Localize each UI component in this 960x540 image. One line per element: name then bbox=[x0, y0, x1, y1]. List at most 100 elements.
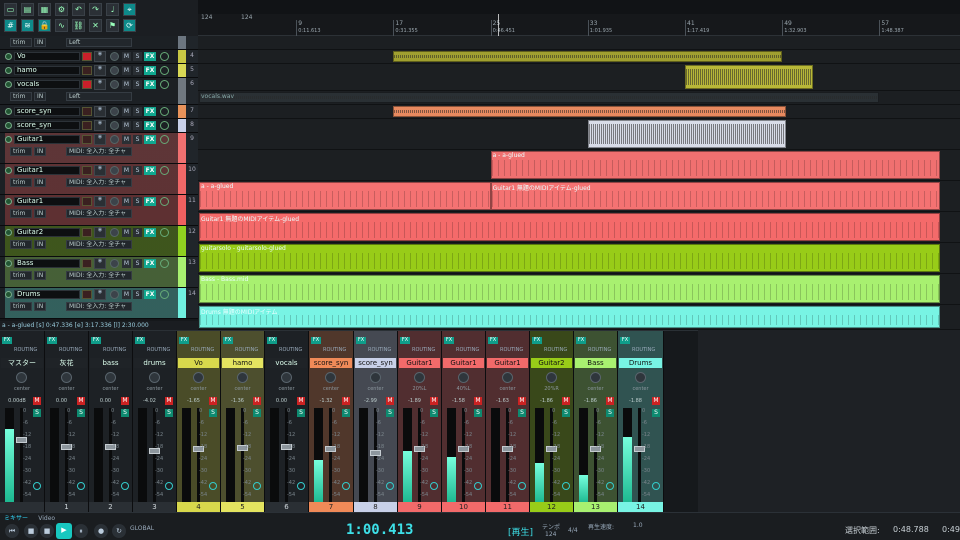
grid-icon[interactable]: # bbox=[4, 19, 17, 32]
media-item[interactable]: vocals.wav bbox=[199, 92, 880, 103]
mute-button[interactable]: M bbox=[122, 107, 131, 116]
fx-button[interactable]: FX bbox=[144, 166, 156, 175]
input-route-select[interactable]: MIDI: 全入力: 全チャ bbox=[66, 147, 132, 156]
tab-mixer[interactable]: ミキサー bbox=[0, 513, 32, 522]
volume-knob[interactable] bbox=[110, 197, 119, 206]
volume-knob[interactable] bbox=[110, 290, 119, 299]
mute-button[interactable]: M bbox=[77, 397, 85, 405]
fx-bypass-icon[interactable] bbox=[160, 135, 169, 144]
solo-button[interactable]: S bbox=[430, 409, 438, 417]
track-name[interactable]: Vo bbox=[14, 52, 80, 61]
media-item[interactable] bbox=[685, 65, 813, 89]
fx-bypass-icon[interactable] bbox=[160, 121, 169, 130]
strip-name[interactable]: hamo bbox=[222, 358, 263, 368]
monitor-button[interactable]: ◉ bbox=[94, 106, 106, 117]
volume-readout[interactable]: -1.86 bbox=[574, 398, 607, 404]
mute-button[interactable]: M bbox=[165, 397, 173, 405]
solo-button[interactable]: S bbox=[133, 166, 142, 175]
media-item[interactable] bbox=[393, 106, 786, 117]
io-icon[interactable] bbox=[518, 482, 526, 490]
io-icon[interactable] bbox=[386, 482, 394, 490]
mute-button[interactable]: M bbox=[122, 66, 131, 75]
stop-icon[interactable]: ■ bbox=[24, 524, 38, 538]
pan-knob[interactable] bbox=[589, 372, 601, 383]
link-icon[interactable]: ⛓ bbox=[72, 19, 85, 32]
routing-button[interactable]: ROUTING bbox=[412, 347, 437, 354]
solo-button[interactable]: S bbox=[133, 259, 142, 268]
pan-knob[interactable] bbox=[16, 372, 27, 383]
strip-name[interactable]: Guitar1 bbox=[399, 358, 440, 368]
input-route-select[interactable]: MIDI: 全入力: 全チャ bbox=[66, 240, 132, 249]
record-arm-button[interactable] bbox=[82, 197, 92, 206]
mute-button[interactable]: M bbox=[342, 397, 350, 405]
io-icon[interactable] bbox=[165, 482, 173, 490]
mute-button[interactable]: M bbox=[297, 397, 305, 405]
mute-button[interactable]: M bbox=[122, 166, 131, 175]
time-signature[interactable]: 4/4 bbox=[568, 527, 578, 534]
pan-knob[interactable] bbox=[501, 372, 513, 383]
ripple-icon[interactable]: ≋ bbox=[21, 19, 34, 32]
io-icon[interactable] bbox=[297, 482, 305, 490]
undo-icon[interactable]: ↶ bbox=[72, 3, 85, 16]
solo-button[interactable]: S bbox=[133, 80, 142, 89]
mute-button[interactable]: M bbox=[518, 397, 526, 405]
mute-button[interactable]: M bbox=[122, 259, 131, 268]
track-power-icon[interactable] bbox=[5, 108, 12, 115]
solo-button[interactable]: S bbox=[474, 409, 482, 417]
volume-readout[interactable]: -2.99 bbox=[354, 398, 387, 404]
media-item[interactable]: guitarsolo - guitarsolo-glued bbox=[199, 244, 941, 272]
record-arm-button[interactable] bbox=[82, 121, 92, 130]
input-route-select[interactable]: MIDI: 全入力: 全チャ bbox=[66, 178, 132, 187]
input-route-select[interactable]: Left bbox=[66, 92, 132, 101]
volume-readout[interactable]: -4.02 bbox=[133, 398, 166, 404]
strip-name[interactable]: Guitar1 bbox=[443, 358, 484, 368]
track-name[interactable]: Guitar1 bbox=[14, 135, 80, 144]
pan-knob[interactable] bbox=[413, 372, 425, 383]
solo-button[interactable]: S bbox=[253, 409, 261, 417]
volume-readout[interactable]: -1.36 bbox=[221, 398, 254, 404]
volume-knob[interactable] bbox=[110, 121, 119, 130]
media-item[interactable]: Bass - Bass.mid bbox=[199, 275, 941, 303]
trim-button[interactable]: trim bbox=[10, 209, 32, 218]
tempo-value[interactable]: 124 bbox=[545, 531, 556, 538]
media-item[interactable] bbox=[587, 120, 786, 148]
routing-button[interactable]: ROUTING bbox=[323, 347, 349, 354]
track-name[interactable]: vocals bbox=[14, 80, 80, 89]
time-display[interactable]: 1:00.413 bbox=[346, 522, 413, 538]
monitor-button[interactable]: ◉ bbox=[94, 165, 106, 176]
record-arm-button[interactable] bbox=[82, 66, 92, 75]
mute-button[interactable]: M bbox=[122, 121, 131, 130]
fx-button[interactable]: FX bbox=[488, 337, 498, 344]
pan-knob[interactable] bbox=[236, 372, 248, 383]
monitor-button[interactable]: ◉ bbox=[94, 51, 106, 62]
routing-button[interactable]: ROUTING bbox=[500, 347, 525, 354]
solo-button[interactable]: S bbox=[133, 290, 142, 299]
arrange-view[interactable]: 124 124 9 0:11.613 17 0:31.355 25 0:46.451 33 1… bbox=[198, 14, 960, 330]
fx-bypass-icon[interactable] bbox=[160, 80, 169, 89]
volume-knob[interactable] bbox=[110, 107, 119, 116]
mute-button[interactable]: M bbox=[33, 397, 41, 405]
strip-name[interactable]: Bass bbox=[575, 358, 616, 368]
routing-button[interactable]: ROUTING bbox=[191, 347, 216, 354]
track-power-icon[interactable] bbox=[5, 291, 12, 298]
volume-readout[interactable]: -1.58 bbox=[442, 398, 475, 404]
volume-readout[interactable]: -1.89 bbox=[398, 398, 431, 404]
mute-button[interactable]: M bbox=[122, 197, 131, 206]
fx-button[interactable]: FX bbox=[91, 337, 101, 344]
routing-button[interactable]: ROUTING bbox=[279, 347, 304, 354]
mute-button[interactable]: M bbox=[562, 397, 570, 405]
mute-button[interactable]: M bbox=[122, 52, 131, 61]
track-power-icon[interactable] bbox=[5, 81, 12, 88]
fx-button[interactable]: FX bbox=[144, 107, 156, 116]
fx-button[interactable]: FX bbox=[144, 228, 156, 237]
input-button[interactable]: IN bbox=[34, 92, 46, 101]
solo-button[interactable]: S bbox=[133, 52, 142, 61]
track-name[interactable]: Drums bbox=[14, 290, 80, 299]
solo-button[interactable]: S bbox=[209, 409, 217, 417]
volume-readout[interactable]: -1.65 bbox=[177, 398, 210, 404]
record-arm-button[interactable] bbox=[82, 259, 92, 268]
fx-button[interactable]: FX bbox=[144, 197, 156, 206]
input-route-select[interactable]: MIDI: 全入力: 全チャ bbox=[66, 271, 132, 280]
save-icon[interactable]: ▦ bbox=[38, 3, 51, 16]
fx-button[interactable]: FX bbox=[620, 337, 630, 344]
